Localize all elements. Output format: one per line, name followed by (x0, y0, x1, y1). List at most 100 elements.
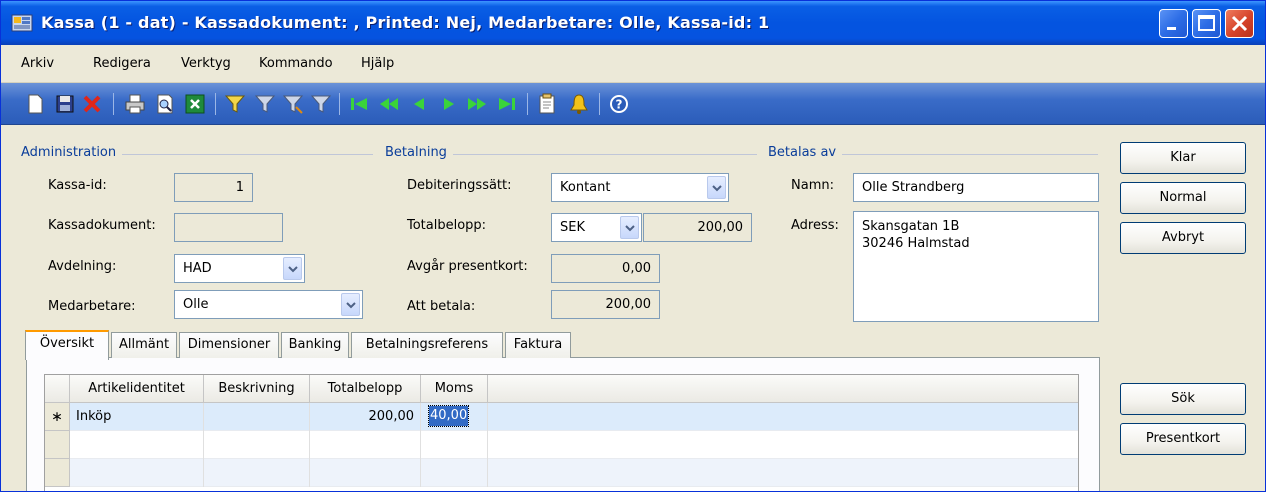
namn-field[interactable]: Olle Strandberg (853, 173, 1099, 202)
menu-bar: Arkiv Redigera Verktyg Kommando Hjälp (1, 45, 1265, 83)
excel-icon[interactable] (183, 92, 207, 116)
minimize-icon (1167, 27, 1176, 30)
alert-icon[interactable] (567, 92, 591, 116)
avgar-presentkort-field[interactable]: 0,00 (551, 254, 660, 283)
currency-select[interactable]: SEK (551, 213, 642, 242)
chevron-down-icon (625, 225, 635, 232)
chevron-down-icon (346, 302, 356, 309)
cell-empty[interactable] (310, 431, 421, 459)
att-betala-field[interactable]: 200,00 (551, 290, 660, 319)
currency-dropdown-button[interactable] (620, 216, 639, 239)
adress-line-2: 30246 Halmstad (862, 236, 970, 251)
sok-button[interactable]: Sök (1120, 383, 1246, 415)
print-icon[interactable] (123, 92, 147, 116)
medarbetare-select[interactable]: Olle (174, 290, 363, 319)
avdelning-select[interactable]: HAD (174, 254, 305, 283)
flow-filter-icon[interactable] (281, 92, 305, 116)
cell-totalbelopp[interactable]: 200,00 (310, 403, 421, 431)
cell-empty[interactable] (204, 459, 310, 487)
cell-empty[interactable] (70, 431, 204, 459)
medarbetare-value: Olle (183, 297, 209, 312)
comment-icon[interactable] (535, 92, 559, 116)
next-record-icon[interactable] (437, 92, 461, 116)
menu-kommando[interactable]: Kommando (259, 45, 333, 83)
debiteringssatt-select[interactable]: Kontant (551, 173, 729, 202)
cell-beskrivning[interactable] (204, 403, 310, 431)
row-marker[interactable] (45, 431, 70, 459)
kassa-id-label: Kassa-id: (48, 178, 107, 193)
cell-empty[interactable] (70, 459, 204, 487)
title-bar[interactable]: Kassa (1 - dat) - Kassadokument: , Print… (1, 1, 1265, 45)
first-record-icon[interactable] (347, 92, 371, 116)
debiteringssatt-label: Debiteringssätt: (407, 178, 512, 193)
klar-button[interactable]: Klar (1120, 142, 1246, 174)
kassadokument-label: Kassadokument: (48, 218, 156, 233)
help-icon[interactable]: ? (607, 92, 631, 116)
cell-moms[interactable]: 40,00 (421, 403, 488, 431)
medarbetare-dropdown-button[interactable] (341, 293, 360, 316)
svg-text:?: ? (616, 98, 623, 112)
previous-page-icon[interactable] (377, 92, 401, 116)
minimize-button[interactable] (1159, 9, 1188, 38)
menu-verktyg[interactable]: Verktyg (181, 45, 231, 83)
delete-icon[interactable] (80, 92, 104, 116)
row-marker[interactable] (45, 459, 70, 487)
tab-banking[interactable]: Banking (281, 332, 349, 358)
toolbar: ? (1, 83, 1265, 125)
cell-empty[interactable] (310, 459, 421, 487)
menu-hjalp[interactable]: Hjälp (361, 45, 394, 83)
line-grid: Artikelidentitet Beskrivning Totalbelopp… (44, 374, 1079, 491)
maximize-button[interactable] (1192, 9, 1221, 38)
row-marker[interactable]: ∗ (45, 403, 70, 431)
table-row[interactable]: ∗ Inköp 200,00 40,00 (45, 403, 1078, 431)
kassa-id-field[interactable]: 1 (174, 173, 253, 202)
menu-redigera[interactable]: Redigera (93, 45, 151, 83)
column-header-beskrivning[interactable]: Beskrivning (204, 375, 310, 403)
filter-icon[interactable] (223, 92, 247, 116)
table-row[interactable] (45, 459, 1078, 487)
tab-betalningsreferens[interactable]: Betalningsreferens (351, 332, 503, 358)
clear-filter-icon[interactable] (309, 92, 333, 116)
field-filter-icon[interactable] (253, 92, 277, 116)
presentkort-button[interactable]: Presentkort (1120, 423, 1246, 455)
menu-arkiv[interactable]: Arkiv (21, 45, 54, 83)
grid-corner (45, 375, 70, 403)
chevron-down-icon (288, 266, 298, 273)
new-icon[interactable] (23, 92, 47, 116)
toolbar-separator (599, 93, 600, 115)
previous-record-icon[interactable] (407, 92, 431, 116)
avbryt-button[interactable]: Avbryt (1120, 222, 1246, 254)
last-record-icon[interactable] (495, 92, 519, 116)
next-page-icon[interactable] (465, 92, 489, 116)
tab-dimensioner[interactable]: Dimensioner (179, 332, 279, 358)
avdelning-label: Avdelning: (48, 259, 117, 274)
maximize-icon (1198, 15, 1215, 31)
cell-empty[interactable] (421, 431, 488, 459)
save-icon[interactable] (53, 92, 77, 116)
table-row[interactable] (45, 431, 1078, 459)
tab-allmant[interactable]: Allmänt (111, 332, 177, 358)
normal-button[interactable]: Normal (1120, 182, 1246, 214)
avdelning-dropdown-button[interactable] (283, 257, 302, 280)
close-button[interactable] (1225, 9, 1254, 38)
administration-section-title: Administration (21, 145, 123, 160)
totalbelopp-label: Totalbelopp: (407, 218, 487, 233)
tab-oversikt[interactable]: Översikt (25, 330, 109, 360)
kassa-window: Kassa (1 - dat) - Kassadokument: , Print… (0, 0, 1266, 492)
betalning-section-title: Betalning (385, 145, 453, 160)
cell-empty[interactable] (204, 431, 310, 459)
column-header-artikelidentitet[interactable]: Artikelidentitet (70, 375, 204, 403)
cell-empty[interactable] (421, 459, 488, 487)
debiteringssatt-value: Kontant (560, 180, 611, 195)
column-header-moms[interactable]: Moms (421, 375, 488, 403)
print-preview-icon[interactable] (153, 92, 177, 116)
column-header-totalbelopp[interactable]: Totalbelopp (310, 375, 421, 403)
tab-faktura[interactable]: Faktura (505, 332, 571, 358)
medarbetare-label: Medarbetare: (48, 299, 136, 314)
adress-field[interactable]: Skansgatan 1B 30246 Halmstad (853, 211, 1099, 322)
kassadokument-field[interactable] (174, 213, 283, 242)
totalbelopp-field[interactable]: 200,00 (643, 213, 752, 242)
debiteringssatt-dropdown-button[interactable] (707, 176, 726, 199)
cell-artikelidentitet[interactable]: Inköp (70, 403, 204, 431)
close-icon (1231, 15, 1248, 32)
